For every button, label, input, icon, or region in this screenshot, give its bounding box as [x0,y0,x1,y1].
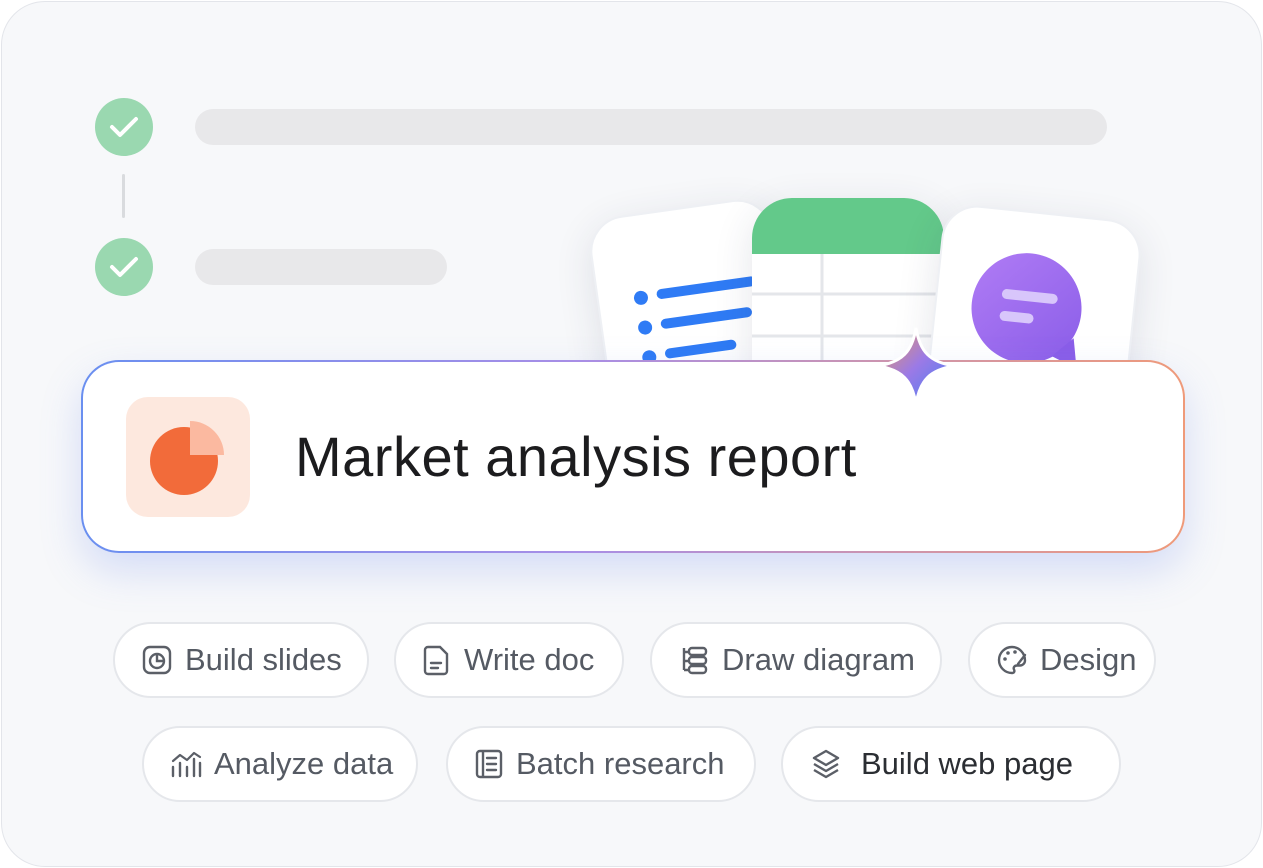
chip-label: Design [1040,642,1137,677]
chip-label: Batch research [516,746,725,781]
check-icon [95,238,153,296]
task-placeholder-bar [195,109,1107,145]
build-web-page-chip[interactable]: Build web page [781,726,1121,802]
prompt-box[interactable]: Market analysis report [81,360,1185,553]
layers-icon [812,749,840,779]
chip-label: Analyze data [214,746,394,781]
write-doc-chip[interactable]: Write doc [394,622,624,698]
step-connector [122,174,125,218]
palette-icon [997,645,1027,675]
book-icon [475,749,503,779]
spreadsheet-header [752,198,944,254]
diagram-icon [682,646,708,675]
chart-icon [171,751,202,778]
doc-icon [423,645,449,676]
app-frame: Market analysis report Build slides Writ… [1,1,1262,867]
build-slides-chip[interactable]: Build slides [113,622,369,698]
chip-label: Build slides [185,642,342,677]
prompt-text: Market analysis report [295,425,857,488]
draw-diagram-chip[interactable]: Draw diagram [650,622,942,698]
sparkle-icon [877,327,955,405]
check-icon [95,98,153,156]
prompt-inner: Market analysis report [83,362,1183,551]
chip-label: Build web page [861,746,1073,781]
chip-label: Write doc [464,642,595,677]
chip-label: Draw diagram [722,642,915,677]
design-chip[interactable]: Design [968,622,1156,698]
analyze-data-chip[interactable]: Analyze data [142,726,418,802]
task-placeholder-bar [195,249,447,285]
slides-icon [142,645,172,675]
batch-research-chip[interactable]: Batch research [446,726,756,802]
pie-chart-icon [126,397,250,517]
